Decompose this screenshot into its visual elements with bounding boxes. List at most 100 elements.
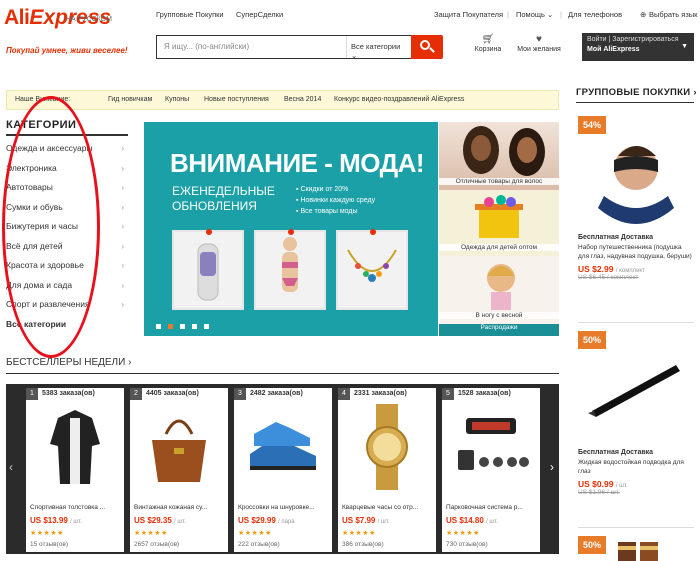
group-buy-desc[interactable]: Жидкая водостойкая подводка для глаз — [578, 458, 694, 476]
rank-badge: 2 — [130, 388, 142, 400]
epilator-image — [197, 243, 219, 301]
bag-image — [152, 419, 206, 482]
product-price: US $14.80 / шт. — [446, 516, 498, 525]
promo-video-contest[interactable]: Конкурс видео-поздравлений AliExpress — [334, 96, 464, 103]
banner-product-necklace[interactable] — [336, 229, 408, 310]
chevron-down-icon: ▼ — [681, 43, 688, 50]
bestseller-card[interactable]: 1 5383 заказа(ов) Спортивная толстовка .… — [26, 388, 124, 552]
promo-spring-2014[interactable]: Весна 2014 — [284, 96, 321, 103]
banner-bullet: ▪ Скидки от 20% — [296, 186, 349, 193]
search-category-select[interactable]: Все категории ⌄ — [346, 36, 410, 60]
side-promo-kids-wholesale[interactable]: Одежда для детей оптом — [439, 190, 559, 256]
promo-bar: Наше Внимание: Гид новичкам Купоны Новые… — [6, 90, 559, 110]
reviews-count[interactable]: 2657 отзыв(ов) — [134, 541, 179, 548]
free-shipping-label: Бесплатная Доставка — [578, 449, 654, 456]
bestsellers-title[interactable]: БЕСТСЕЛЛЕРЫ НЕДЕЛИ › — [6, 357, 131, 368]
banner-subtitle-line: ЕЖЕНЕДЕЛЬНЫЕ — [172, 184, 275, 198]
group-buy-divider — [578, 322, 694, 323]
reviews-count[interactable]: 222 отзыв(ов) — [238, 541, 280, 548]
product-name[interactable]: Парковочная система р... — [446, 504, 538, 511]
star-rating: ★★★★★ — [134, 530, 168, 537]
banner-product-epilator[interactable] — [172, 229, 244, 310]
side-promo-hair[interactable]: Отличные товары для волос — [439, 122, 559, 190]
discount-badge: 54% — [578, 116, 606, 134]
topnav-group-buy[interactable]: Групповые Покупки — [156, 10, 224, 19]
orders-count: 2482 заказа(ов) — [250, 390, 303, 397]
topnav-mobile[interactable]: Для телефонов — [568, 10, 622, 19]
carousel-prev-arrow[interactable]: ‹ — [9, 460, 13, 474]
account-login-register[interactable]: Войти | Зарегистрироваться — [587, 36, 689, 43]
carousel-dot[interactable] — [192, 324, 197, 329]
group-buy-image: 50% — [578, 536, 694, 561]
group-buy-item[interactable]: 54% Бесплатная Доставка Набор путешестве… — [578, 116, 694, 281]
hoodie-image — [50, 410, 100, 484]
banner-product-swimsuit[interactable] — [254, 229, 326, 310]
logo-ali-text: Ali — [4, 6, 30, 29]
bestseller-card[interactable]: 2 4405 заказа(ов) Винтажная кожаная су..… — [130, 388, 228, 552]
bestseller-card[interactable]: 4 2331 заказа(ов) Кварцевые часы со отр.… — [338, 388, 436, 552]
side-promo-caption: Одежда для детей оптом — [439, 244, 559, 251]
chevron-right-icon: › — [121, 281, 124, 290]
banner-bullets: ▪ Скидки от 20% ▪ Новинки каждую среду ▪… — [296, 184, 375, 217]
group-buy-desc[interactable]: Набор путешественника (подушка для глаз,… — [578, 243, 694, 261]
product-name[interactable]: Спортивная толстовка ... — [30, 504, 122, 511]
promo-newbie-guide[interactable]: Гид новичкам — [108, 96, 152, 103]
bestseller-card[interactable]: 3 2482 заказа(ов) Кроссовки на шнуровке.… — [234, 388, 332, 552]
hair-promo-image — [463, 126, 545, 176]
product-name[interactable]: Винтажная кожаная су... — [134, 504, 226, 511]
carousel-next-arrow[interactable]: › — [550, 460, 554, 474]
carousel-dot-active[interactable] — [168, 324, 173, 329]
banner-bullet: ▪ Новинки каждую среду — [296, 197, 376, 204]
topnav-language[interactable]: Выбрать язык — [649, 10, 697, 19]
watch-image — [366, 404, 408, 490]
product-name[interactable]: Кварцевые часы со отр... — [342, 504, 434, 511]
bestseller-card[interactable]: 5 1528 заказа(ов) Парковочная система р.… — [442, 388, 540, 552]
side-promo-spring[interactable]: В ногу с весной Распродажи — [439, 256, 559, 336]
my-aliexpress-link[interactable]: Мой AliExpress — [587, 46, 689, 53]
topnav-super-deals[interactable]: СуперСделки — [236, 10, 283, 19]
search-button[interactable] — [411, 35, 443, 59]
sales-link[interactable]: Распродажи — [439, 324, 559, 336]
chevron-right-icon: › — [121, 242, 124, 251]
topnav-separator: | — [507, 10, 509, 19]
product-name[interactable]: Кроссовки на шнуровке... — [238, 504, 330, 511]
rank-badge: 1 — [26, 388, 38, 400]
star-rating: ★★★★★ — [342, 530, 376, 537]
kids-clothes-image — [475, 195, 523, 238]
rank-badge: 3 — [234, 388, 246, 400]
group-buy-divider — [578, 527, 694, 528]
banner-carousel-dots[interactable] — [156, 316, 216, 334]
carousel-dot[interactable] — [156, 324, 161, 329]
globe-icon: ⊕ — [640, 10, 647, 19]
hero-banner[interactable]: ВНИМАНИЕ - МОДА! ЕЖЕНЕДЕЛЬНЫЕ ОБНОВЛЕНИЯ… — [144, 122, 438, 336]
group-buy-old-price: US $1.96 / шт. — [578, 489, 620, 496]
group-buy-title[interactable]: ГРУППОВЫЕ ПОКУПКИ › — [576, 87, 697, 98]
carousel-dot[interactable] — [204, 324, 209, 329]
group-buy-item[interactable]: 50% Бесплатная Доставка Жидкая водостойк… — [578, 331, 694, 496]
reviews-count[interactable]: 730 отзыв(ов) — [446, 541, 488, 548]
chevron-right-icon: › — [121, 300, 124, 309]
banner-subtitle: ЕЖЕНЕДЕЛЬНЫЕ ОБНОВЛЕНИЯ — [172, 184, 275, 214]
reviews-count[interactable]: 386 отзыв(ов) — [342, 541, 384, 548]
cart-button[interactable]: 🛒︎ Корзина — [470, 34, 506, 60]
star-rating: ★★★★★ — [30, 530, 64, 537]
account-menu[interactable]: Войти | Зарегистрироваться Мой AliExpres… — [582, 33, 694, 61]
group-buy-item[interactable]: 50% — [578, 536, 694, 561]
group-buy-image: 50% — [578, 331, 694, 449]
chevron-right-icon: › — [121, 261, 124, 270]
wishlist-button[interactable]: ♥ Мои желания — [514, 34, 564, 60]
reviews-count[interactable]: 15 отзыв(ов) — [30, 541, 68, 548]
banner-subtitle-line: ОБНОВЛЕНИЯ — [172, 199, 257, 213]
topnav-help[interactable]: Помощь ⌄ — [516, 10, 553, 19]
orders-count: 2331 заказа(ов) — [354, 390, 407, 397]
orders-count: 4405 заказа(ов) — [146, 390, 199, 397]
topnav-buyer-protection[interactable]: Защита Покупателя — [434, 10, 503, 19]
chevron-right-icon: › — [121, 222, 124, 231]
carousel-dot[interactable] — [180, 324, 185, 329]
promo-coupons[interactable]: Купоны — [165, 96, 189, 103]
rank-badge: 5 — [442, 388, 454, 400]
topnav-separator: | — [560, 10, 562, 19]
promo-new-arrivals[interactable]: Новые поступления — [204, 96, 269, 103]
search-input[interactable]: Я ищу... (по-английски) — [164, 42, 249, 51]
aliexpress-logo[interactable]: AliExpress НА РУССКОМ Покупай умнее, жив… — [4, 6, 154, 56]
